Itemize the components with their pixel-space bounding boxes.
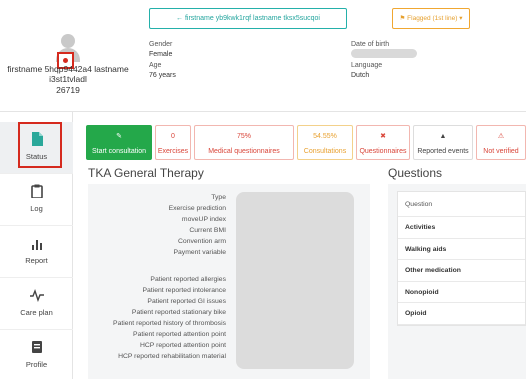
table-row[interactable]: Walking aids (398, 239, 525, 260)
sidebar-item-profile[interactable]: Profile (0, 330, 73, 379)
therapy-field-label: Patient reported history of thrombosis (113, 320, 226, 327)
therapy-field-label: Type (211, 194, 226, 201)
sidebar-item-label: Profile (25, 360, 48, 369)
therapy-field-label: moveUP index (181, 216, 226, 223)
sidebar-item-log[interactable]: Log (0, 174, 73, 226)
patient-id: 26719 (56, 85, 80, 95)
therapy-title: TKA General Therapy (88, 166, 204, 180)
questions-table: Question Activities Walking aids Other m… (397, 191, 526, 326)
sidebar-item-label: Report (25, 256, 48, 265)
sidebar-item-care-plan[interactable]: Care plan (0, 278, 73, 330)
table-header: Question (398, 192, 525, 217)
user-alert-icon: ⚠ (497, 133, 505, 140)
status-value: 54.55% (313, 133, 337, 140)
table-row[interactable]: Other medication (398, 260, 525, 282)
table-row[interactable]: Opioid (398, 303, 525, 325)
flagged-dropdown[interactable]: ⚑ Flagged (1st line) ▾ (392, 8, 470, 29)
pulse-icon (29, 288, 44, 303)
therapy-field-label: Convention arm (178, 238, 226, 245)
sidebar-item-label: Log (30, 204, 43, 213)
status-label: Not verified (483, 148, 519, 155)
therapy-field-label: Patient reported GI issues (147, 298, 226, 305)
therapy-field-label: HCP reported rehabilitation material (118, 353, 226, 360)
sidebar-item-label: Care plan (20, 308, 53, 317)
gender-value: Female (149, 51, 173, 58)
status-value: 0 (171, 133, 175, 140)
patient-name: firstname 5hqp9442a4 lastname i3st1tvlad… (7, 64, 129, 84)
questions-title: Questions (388, 166, 443, 180)
linked-patient-link[interactable]: ← firstname yb9kwk1rqf lastname tksx5suc… (149, 8, 347, 29)
therapy-values-redacted (236, 192, 354, 369)
therapy-field-label: Current BMI (189, 227, 226, 234)
reported-events-status[interactable]: ▲ Reported events (413, 125, 473, 160)
close-icon: ✖ (380, 133, 386, 140)
status-label: Exercises (157, 148, 189, 155)
therapy-field-label: Patient reported stationary bike (131, 309, 226, 316)
not-verified-status[interactable]: ⚠ Not verified (476, 125, 526, 160)
table-row[interactable]: Activities (398, 217, 525, 239)
therapy-field-label: Patient reported attention point (133, 331, 226, 338)
questionnaires-status[interactable]: ✖ Questionnaires (356, 125, 410, 160)
therapy-field-label: Exercise prediction (168, 205, 226, 212)
language-label: Language (351, 62, 383, 69)
bell-icon: ▲ (439, 133, 447, 140)
pencil-icon: ✎ (116, 133, 122, 140)
avatar-head (61, 34, 75, 48)
red-dot-icon (63, 58, 68, 63)
medical-questionnaires-status[interactable]: 75% Medical questionnaires (194, 125, 294, 160)
gender-label: Gender (149, 41, 173, 48)
bar-chart-icon (30, 236, 44, 250)
status-label: Medical questionnaires (208, 148, 280, 155)
age-value: 76 years (149, 72, 176, 79)
sidebar-item-report[interactable]: Report (0, 226, 73, 278)
age-label: Age (149, 62, 162, 69)
status-bar: ✎ Start consultation 0 Exercises 75% Med… (86, 125, 526, 160)
dob-label: Date of birth (351, 41, 390, 48)
status-label: Reported events (417, 148, 469, 155)
highlight-box-status (18, 122, 62, 168)
status-label: Consultations (303, 148, 347, 155)
consultations-status[interactable]: 54.55% Consultations (297, 125, 353, 160)
patient-header: firstname 5hqp9442a4 lastname i3st1tvlad… (0, 0, 526, 112)
dob-redacted (351, 49, 417, 58)
status-label: Questionnaires (359, 148, 407, 155)
therapy-field-label: Payment variable (173, 249, 226, 256)
therapy-field-label: HCP reported attention point (139, 342, 226, 349)
language-value: Dutch (351, 72, 370, 79)
status-label: Start consultation (91, 148, 147, 155)
status-value: 75% (236, 133, 251, 140)
table-row[interactable]: Nonopioid (398, 282, 525, 303)
start-consultation-button[interactable]: ✎ Start consultation (86, 125, 152, 160)
id-card-icon (30, 340, 44, 354)
clipboard-icon (30, 184, 44, 199)
exercises-status[interactable]: 0 Exercises (155, 125, 191, 160)
therapy-field-label: Patient reported allergies (150, 276, 226, 283)
therapy-field-label: Patient reported intolerance (142, 287, 226, 294)
